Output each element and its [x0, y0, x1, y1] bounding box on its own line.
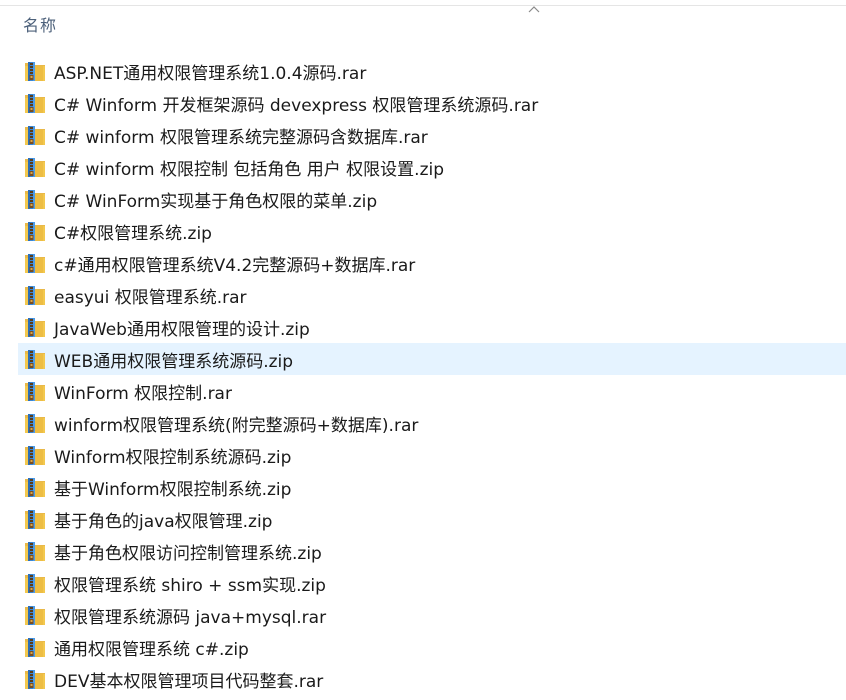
zip-archive-icon: [25, 510, 45, 529]
file-row[interactable]: JavaWeb通用权限管理的设计.zip: [0, 311, 846, 343]
file-row[interactable]: 基于Winform权限控制系统.zip: [0, 471, 846, 503]
file-name: easyui 权限管理系统.rar: [54, 287, 247, 308]
file-row[interactable]: c#通用权限管理系统V4.2完整源码+数据库.rar: [0, 247, 846, 279]
zip-archive-icon: [25, 286, 45, 305]
file-row[interactable]: winform权限管理系统(附完整源码+数据库).rar: [0, 407, 846, 439]
zip-archive-icon: [25, 670, 45, 689]
zip-archive-icon: [25, 638, 45, 657]
header-top-border: [0, 0, 846, 6]
file-row[interactable]: WEB通用权限管理系统源码.zip: [18, 343, 846, 375]
file-name: JavaWeb通用权限管理的设计.zip: [54, 319, 310, 340]
sort-ascending-icon[interactable]: [527, 4, 541, 14]
zip-archive-icon: [25, 190, 45, 209]
file-row[interactable]: 权限管理系统源码 java+mysql.rar: [0, 599, 846, 631]
file-name: 权限管理系统源码 java+mysql.rar: [54, 607, 327, 628]
file-row[interactable]: Winform权限控制系统源码.zip: [0, 439, 846, 471]
file-name: 基于角色的java权限管理.zip: [54, 511, 273, 532]
file-row[interactable]: 基于角色权限访问控制管理系统.zip: [0, 535, 846, 567]
file-name: C# winform 权限控制 包括角色 用户 权限设置.zip: [54, 159, 445, 180]
file-row[interactable]: 通用权限管理系统 c#.zip: [0, 631, 846, 663]
column-header-name[interactable]: 名称: [23, 14, 57, 38]
file-name: c#通用权限管理系统V4.2完整源码+数据库.rar: [54, 255, 416, 276]
file-name: 基于Winform权限控制系统.zip: [54, 479, 292, 500]
zip-archive-icon: [25, 254, 45, 273]
file-name: winform权限管理系统(附完整源码+数据库).rar: [54, 415, 419, 436]
file-row[interactable]: 基于角色的java权限管理.zip: [0, 503, 846, 535]
zip-archive-icon: [25, 126, 45, 145]
file-row[interactable]: DEV基本权限管理项目代码整套.rar: [0, 663, 846, 695]
zip-archive-icon: [25, 318, 45, 337]
zip-archive-icon: [25, 446, 45, 465]
zip-archive-icon: [25, 414, 45, 433]
file-row[interactable]: WinForm 权限控制.rar: [0, 375, 846, 407]
zip-archive-icon: [25, 606, 45, 625]
file-name: WEB通用权限管理系统源码.zip: [54, 351, 294, 372]
zip-archive-icon: [25, 222, 45, 241]
zip-archive-icon: [25, 94, 45, 113]
file-row[interactable]: C# winform 权限管理系统完整源码含数据库.rar: [0, 119, 846, 151]
zip-archive-icon: [25, 382, 45, 401]
file-row[interactable]: ASP.NET通用权限管理系统1.0.4源码.rar: [0, 55, 846, 87]
file-name: 基于角色权限访问控制管理系统.zip: [54, 543, 322, 564]
zip-archive-icon: [25, 158, 45, 177]
file-row[interactable]: C# winform 权限控制 包括角色 用户 权限设置.zip: [0, 151, 846, 183]
file-row[interactable]: C# WinForm实现基于角色权限的菜单.zip: [0, 183, 846, 215]
file-row[interactable]: C# Winform 开发框架源码 devexpress 权限管理系统源码.ra…: [0, 87, 846, 119]
file-row[interactable]: easyui 权限管理系统.rar: [0, 279, 846, 311]
zip-archive-icon: [25, 574, 45, 593]
file-row[interactable]: C#权限管理系统.zip: [0, 215, 846, 247]
zip-archive-icon: [25, 542, 45, 561]
file-name: 通用权限管理系统 c#.zip: [54, 639, 249, 660]
file-name: C# WinForm实现基于角色权限的菜单.zip: [54, 191, 378, 212]
file-name: 权限管理系统 shiro + ssm实现.zip: [54, 575, 326, 596]
zip-archive-icon: [25, 62, 45, 81]
zip-archive-icon: [25, 350, 45, 369]
zip-archive-icon: [25, 478, 45, 497]
file-name: WinForm 权限控制.rar: [54, 383, 232, 404]
file-name: DEV基本权限管理项目代码整套.rar: [54, 671, 324, 692]
file-name: C# winform 权限管理系统完整源码含数据库.rar: [54, 127, 428, 148]
file-row[interactable]: 权限管理系统 shiro + ssm实现.zip: [0, 567, 846, 599]
file-name: C# Winform 开发框架源码 devexpress 权限管理系统源码.ra…: [54, 95, 539, 116]
file-name: ASP.NET通用权限管理系统1.0.4源码.rar: [54, 63, 367, 84]
file-list: ASP.NET通用权限管理系统1.0.4源码.rar C# Winform 开发…: [0, 55, 846, 695]
file-name: Winform权限控制系统源码.zip: [54, 447, 292, 468]
file-name: C#权限管理系统.zip: [54, 223, 212, 244]
